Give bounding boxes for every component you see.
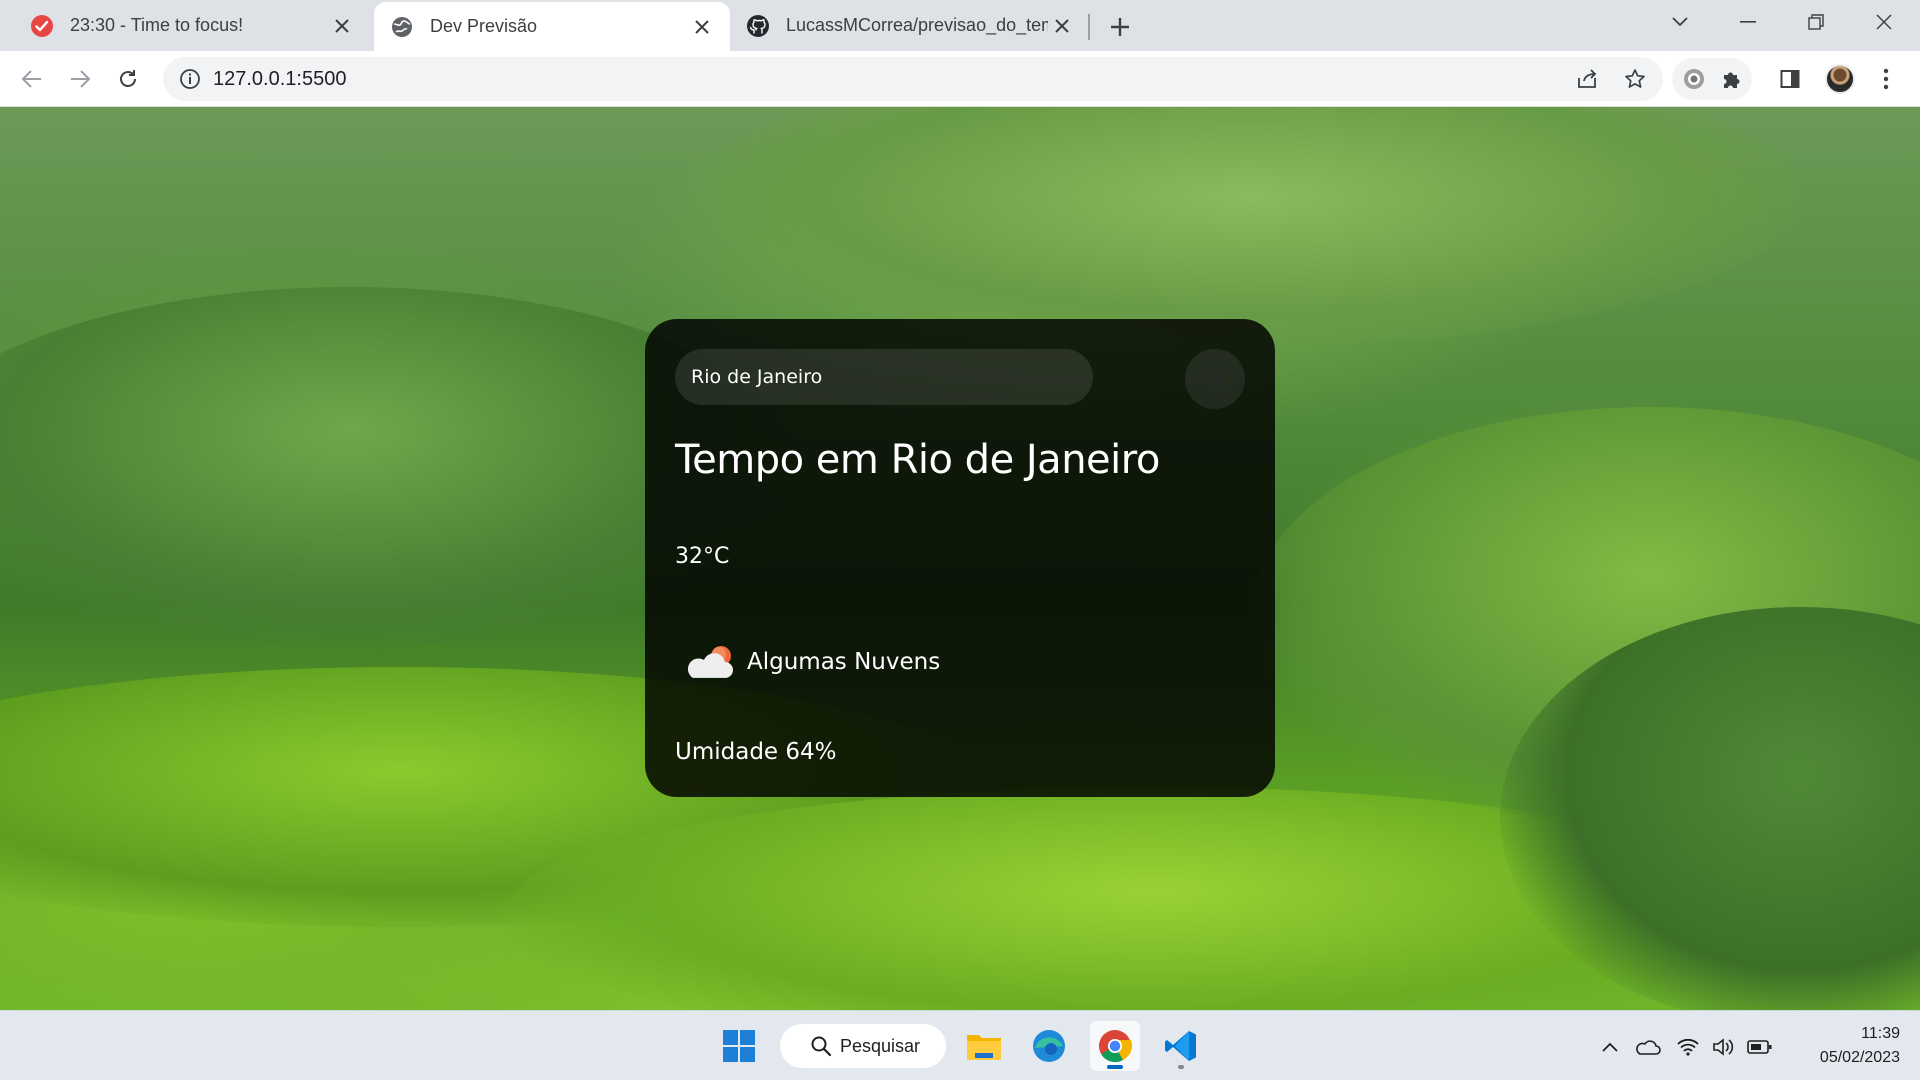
weather-description-row: Algumas Nuvens (685, 637, 940, 687)
info-icon[interactable] (179, 68, 201, 90)
chrome-icon (1099, 1030, 1133, 1063)
edge-icon (1033, 1030, 1065, 1062)
profile-avatar[interactable] (1825, 64, 1855, 94)
tab-dev-previsao[interactable]: Dev Previsão (374, 2, 730, 51)
extension-button[interactable] (1676, 61, 1712, 97)
close-tab-button[interactable] (328, 12, 356, 40)
battery-icon (1747, 1040, 1772, 1054)
chevron-up-icon (1602, 1042, 1618, 1052)
taskbar: Pesquisar 11:39 05/02/2023 (0, 1010, 1920, 1080)
humidity: Umidade 64% (675, 739, 837, 765)
speaker-icon (1713, 1038, 1734, 1056)
clock-date: 05/02/2023 (1819, 1049, 1900, 1066)
background-hill (700, 107, 1800, 347)
vscode-button[interactable] (1156, 1021, 1206, 1071)
search-icon (1205, 369, 1226, 390)
close-window-button[interactable] (1850, 0, 1918, 44)
weather-description: Algumas Nuvens (747, 649, 941, 675)
wifi-button[interactable] (1674, 1033, 1702, 1061)
tab-title: 23:30 - Time to focus! (70, 15, 244, 35)
restore-button[interactable] (1782, 0, 1850, 44)
new-tab-button[interactable] (1104, 11, 1136, 43)
weather-card: Tempo em Rio de Janeiro 32°C Algumas Nuv… (645, 319, 1275, 797)
weather-title: Tempo em Rio de Janeiro (675, 437, 1160, 483)
close-tab-button[interactable] (688, 13, 716, 41)
minimize-icon (1740, 21, 1756, 23)
close-icon (1055, 18, 1069, 33)
windows-icon (723, 1030, 755, 1062)
running-indicator (1178, 1065, 1184, 1069)
start-button[interactable] (714, 1021, 764, 1071)
vscode-icon (1165, 1031, 1196, 1061)
city-search-input[interactable] (675, 349, 1093, 405)
back-button[interactable] (14, 61, 50, 97)
arrow-right-icon (71, 70, 91, 88)
plus-icon (1111, 18, 1129, 36)
search-button[interactable] (1185, 349, 1245, 409)
show-hidden-icons-button[interactable] (1596, 1033, 1624, 1061)
onedrive-button[interactable] (1634, 1033, 1662, 1061)
tab-separator (1088, 14, 1090, 40)
puzzle-icon (1724, 72, 1740, 88)
chrome-button[interactable] (1090, 1021, 1140, 1071)
tab-focus[interactable]: 23:30 - Time to focus! (0, 0, 370, 51)
kebab-menu-icon (1883, 68, 1889, 90)
tab-title: Dev Previsão (430, 16, 538, 36)
github-icon (747, 14, 769, 37)
browser-toolbar: 127.0.0.1:5500 (0, 51, 1920, 107)
clock-time: 11:39 (1861, 1025, 1900, 1042)
folder-icon (967, 1035, 1001, 1060)
wifi-icon (1677, 1038, 1699, 1056)
forward-button[interactable] (62, 61, 98, 97)
url-text[interactable]: 127.0.0.1:5500 (213, 57, 346, 101)
chevron-down-icon (1672, 17, 1688, 27)
cloud-icon (1636, 1040, 1661, 1055)
temperature: 32°C (675, 544, 730, 569)
file-explorer-button[interactable] (959, 1021, 1009, 1071)
browser-tab-bar: 23:30 - Time to focus! Dev Previsão Luca… (0, 0, 1920, 51)
minimize-button[interactable] (1714, 0, 1782, 44)
close-icon (1876, 14, 1892, 30)
bookmark-button[interactable] (1617, 61, 1653, 97)
restore-icon (1808, 14, 1824, 30)
side-panel-button[interactable] (1772, 61, 1808, 97)
page-background: Tempo em Rio de Janeiro 32°C Algumas Nuv… (0, 107, 1920, 1010)
share-icon (1578, 69, 1597, 88)
battery-button[interactable] (1746, 1033, 1774, 1061)
volume-button[interactable] (1709, 1033, 1737, 1061)
arrow-left-icon (21, 70, 41, 88)
gear-icon (1684, 69, 1704, 89)
close-tab-button[interactable] (1048, 12, 1076, 40)
extensions-group (1672, 58, 1752, 100)
address-bar[interactable]: 127.0.0.1:5500 (163, 57, 1663, 101)
side-panel-icon (1780, 70, 1800, 88)
globe-icon (392, 16, 412, 37)
taskbar-search[interactable]: Pesquisar (780, 1024, 946, 1068)
extensions-button[interactable] (1714, 61, 1750, 97)
share-button[interactable] (1569, 61, 1605, 97)
close-icon (695, 19, 709, 34)
reload-button[interactable] (110, 61, 146, 97)
partly-cloudy-icon (687, 646, 733, 678)
taskbar-clock[interactable]: 11:39 05/02/2023 (1790, 1022, 1900, 1070)
taskbar-search-label: Pesquisar (840, 1035, 921, 1056)
tab-title: LucassMCorrea/previsao_do_tem (786, 15, 1048, 35)
close-icon (335, 18, 349, 33)
edge-button[interactable] (1024, 1021, 1074, 1071)
star-icon (1625, 69, 1645, 88)
menu-button[interactable] (1868, 61, 1904, 97)
check-circle-icon (31, 14, 53, 37)
tab-search-button[interactable] (1646, 0, 1714, 44)
tab-github-repo[interactable]: LucassMCorrea/previsao_do_tem (730, 0, 1090, 51)
reload-icon (120, 70, 136, 87)
search-icon (811, 1036, 832, 1057)
active-indicator (1107, 1065, 1123, 1069)
